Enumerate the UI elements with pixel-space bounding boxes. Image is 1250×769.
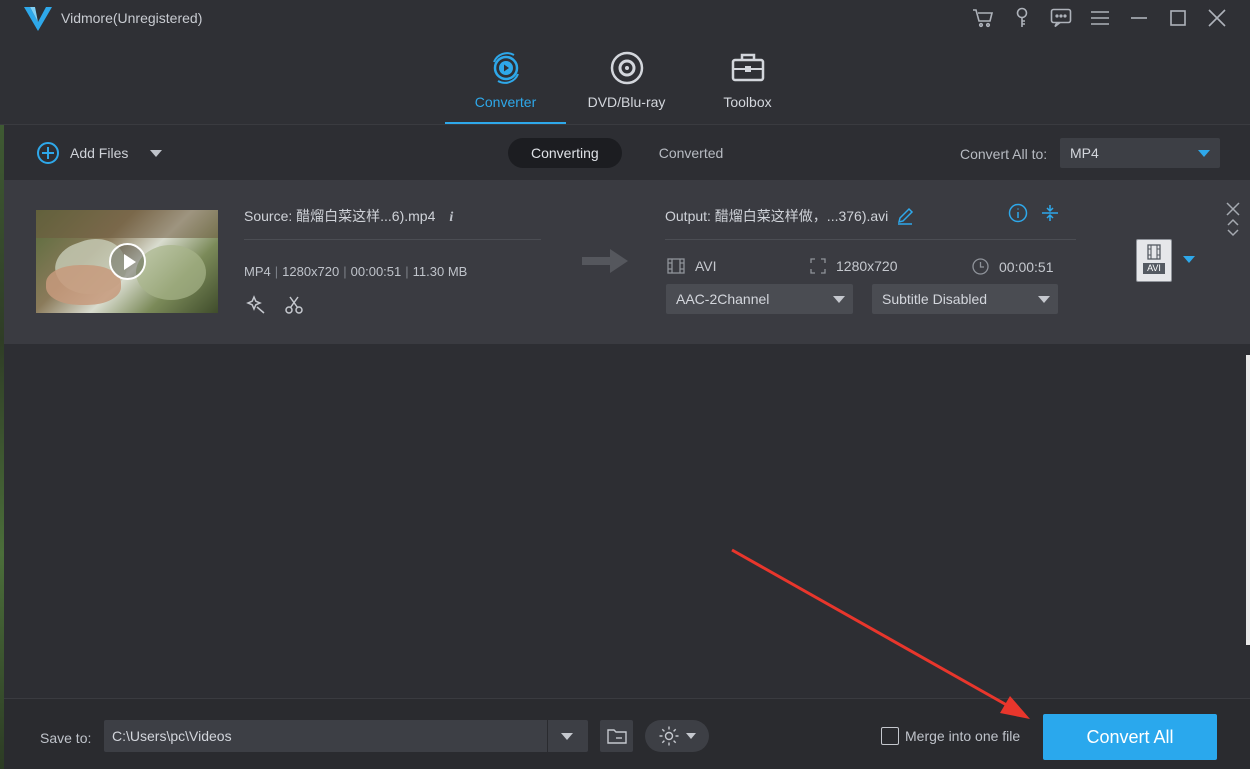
compress-icon[interactable] — [1040, 203, 1060, 223]
save-path-value: C:\Users\pc\Videos — [112, 728, 232, 744]
subtab-converted[interactable]: Converted — [636, 138, 747, 168]
tab-toolbox[interactable]: Toolbox — [687, 48, 808, 124]
info-circle-icon[interactable] — [1008, 203, 1028, 223]
audio-track-value: AAC-2Channel — [676, 291, 770, 307]
chevron-down-icon — [1198, 150, 1210, 157]
convert-all-format-value: MP4 — [1070, 145, 1099, 161]
app-title: Vidmore(Unregistered) — [61, 10, 203, 26]
output-format-button[interactable]: AVI — [1136, 239, 1172, 282]
chevron-down-icon — [686, 733, 696, 739]
edit-icon[interactable] — [896, 207, 914, 225]
subtabs: Converting Converted — [508, 138, 746, 168]
converter-icon — [492, 52, 519, 84]
save-path-dropdown-icon[interactable] — [561, 733, 573, 740]
format-badge: AVI — [1143, 263, 1165, 274]
output-tools — [1008, 203, 1060, 223]
add-files-label: Add Files — [70, 145, 129, 161]
key-icon[interactable] — [1002, 6, 1041, 30]
file-item: Source: 醋熘白菜这样...6).mp4 i MP4 | 1280x720 | 00… — [4, 180, 1250, 344]
save-path-field[interactable]: C:\Users\pc\Videos — [104, 720, 588, 752]
chevron-down-icon — [833, 296, 845, 303]
subtab-converting[interactable]: Converting — [508, 138, 622, 168]
move-down-icon[interactable] — [1226, 228, 1240, 238]
convert-all-button[interactable]: Convert All — [1043, 714, 1217, 760]
info-icon[interactable]: i — [449, 210, 453, 225]
source-duration: 00:00:51 — [350, 264, 402, 279]
video-thumbnail[interactable] — [36, 210, 218, 313]
subtitle-value: Subtitle Disabled — [882, 291, 988, 307]
folder-icon — [606, 729, 627, 744]
tab-label: Toolbox — [723, 94, 772, 110]
file-list-empty-area — [4, 344, 1250, 698]
source-size: 11.30 MB — [412, 264, 468, 279]
checkbox-box[interactable] — [881, 727, 899, 745]
output-label: Output: 醋熘白菜这样做，...376).avi — [665, 208, 889, 224]
disc-icon — [610, 51, 643, 85]
feedback-icon[interactable] — [1041, 6, 1080, 30]
toolbar: Add Files Converting Converted Convert A… — [4, 128, 1250, 180]
format-dropdown-icon[interactable] — [1183, 256, 1195, 263]
bottom-bar: Save to: C:\Users\pc\Videos Merge into o… — [4, 698, 1250, 769]
row-controls — [1226, 202, 1240, 238]
titlebar-controls — [963, 6, 1236, 30]
cart-icon[interactable] — [963, 6, 1002, 30]
output-duration-value: 00:00:51 — [999, 258, 1054, 275]
cut-icon[interactable] — [284, 295, 304, 315]
output-resolution: 1280x720 — [810, 258, 898, 274]
settings-button[interactable] — [645, 720, 709, 752]
merge-label: Merge into one file — [905, 728, 1021, 744]
convert-all-to-label: Convert All to: — [960, 146, 1048, 162]
play-icon[interactable] — [109, 243, 146, 280]
vidmore-logo — [24, 7, 52, 31]
move-up-icon[interactable] — [1226, 216, 1240, 228]
enhance-icon[interactable] — [246, 295, 266, 315]
tab-label: DVD/Blu-ray — [587, 94, 666, 110]
source-format: MP4 — [244, 264, 271, 279]
source-filename: Source: 醋熘白菜这样...6).mp4 i — [244, 206, 453, 226]
subtitle-select[interactable]: Subtitle Disabled — [872, 284, 1058, 314]
add-files-dropdown-icon[interactable] — [150, 149, 163, 157]
audio-track-select[interactable]: AAC-2Channel — [666, 284, 853, 314]
film-icon — [667, 258, 685, 274]
output-format-value: AVI — [695, 258, 717, 274]
divider — [665, 239, 1076, 240]
output-format: AVI — [667, 258, 717, 274]
merge-checkbox[interactable]: Merge into one file — [881, 727, 1020, 745]
clock-icon — [972, 258, 989, 275]
open-folder-button[interactable] — [600, 720, 633, 752]
convert-all-format-select[interactable]: MP4 — [1060, 138, 1220, 168]
tab-label: Converter — [474, 94, 537, 110]
scrollbar[interactable] — [1246, 355, 1250, 645]
source-resolution: 1280x720 — [282, 264, 340, 279]
toolbox-icon — [731, 53, 764, 82]
add-circle-icon — [37, 142, 59, 164]
output-filename: Output: 醋熘白菜这样做，...376).avi — [665, 206, 914, 226]
source-label: Source: 醋熘白菜这样...6).mp4 — [244, 208, 436, 224]
close-icon[interactable] — [1197, 6, 1236, 30]
film-icon — [1147, 244, 1161, 260]
header: Vidmore(Unregistered) Converter DVD/Blu-… — [0, 0, 1250, 125]
gear-icon — [659, 726, 679, 746]
output-resolution-value: 1280x720 — [836, 258, 898, 274]
output-duration: 00:00:51 — [972, 258, 1054, 275]
remove-icon[interactable] — [1226, 202, 1240, 216]
tab-dvd-bluray[interactable]: DVD/Blu-ray — [566, 48, 687, 124]
main-nav: Converter DVD/Blu-ray Toolbox — [445, 48, 808, 124]
tab-converter[interactable]: Converter — [445, 48, 566, 124]
convert-arrow-icon — [582, 249, 628, 273]
app-window: Vidmore(Unregistered) Converter DVD/Blu-… — [0, 0, 1250, 769]
minimize-icon[interactable] — [1119, 6, 1158, 30]
menu-icon[interactable] — [1080, 6, 1119, 30]
add-files-button[interactable]: Add Files — [36, 141, 163, 165]
maximize-icon[interactable] — [1158, 6, 1197, 30]
file-actions — [246, 295, 304, 315]
save-to-label: Save to: — [40, 730, 92, 746]
chevron-down-icon — [1038, 296, 1050, 303]
source-meta: MP4 | 1280x720 | 00:00:51 | 11.30 MB — [244, 264, 468, 279]
resize-icon — [810, 258, 826, 274]
divider — [244, 239, 541, 240]
